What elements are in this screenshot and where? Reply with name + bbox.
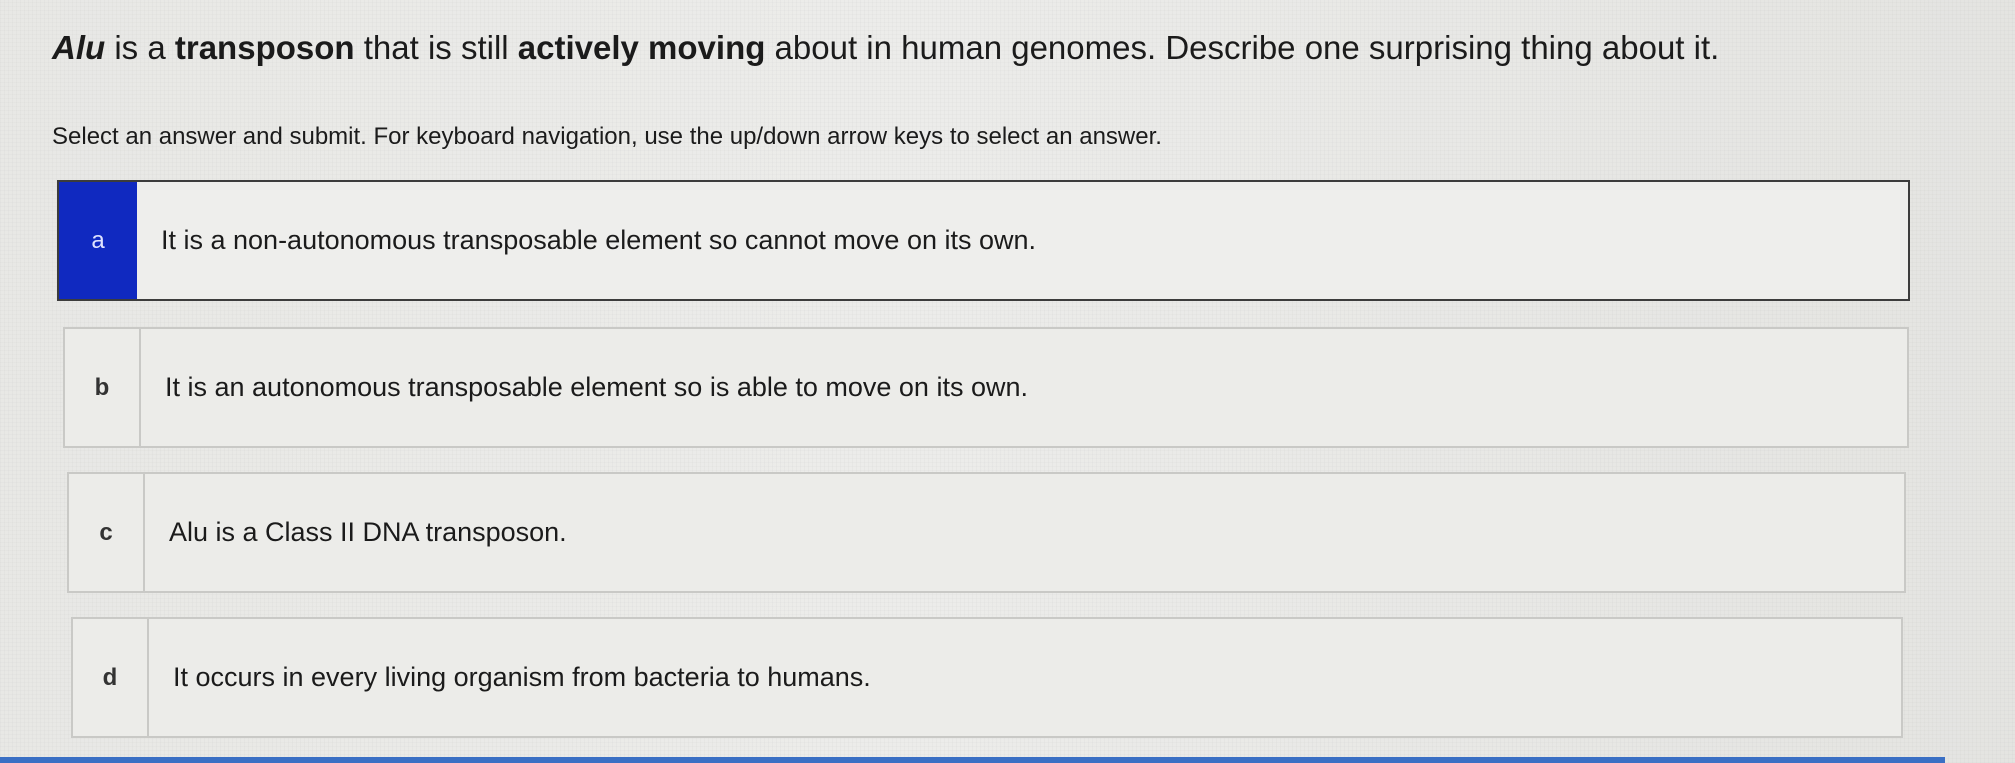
question-term: Alu (52, 29, 106, 66)
option-letter-c: c (69, 474, 145, 591)
option-letter-a: a (59, 182, 137, 299)
bottom-accent-bar (0, 757, 1945, 763)
option-text-a: It is a non-autonomous transposable elem… (161, 225, 1037, 255)
option-letter-d: d (73, 619, 149, 736)
option-text-c: Alu is a Class II DNA transposon. (169, 517, 567, 547)
answer-option-d[interactable]: d It occurs in every living organism fro… (71, 617, 1903, 738)
quiz-screen: Alu is a transposon that is still active… (0, 0, 2015, 763)
question-keyword: transposon (174, 29, 355, 66)
question-part-1: is a (105, 29, 175, 66)
answer-option-b[interactable]: b It is an autonomous transposable eleme… (63, 327, 1909, 448)
option-text-d: It occurs in every living organism from … (173, 662, 871, 692)
instructions-text: Select an answer and submit. For keyboar… (52, 123, 1162, 150)
question-text: Alu is a transposon that is still active… (52, 28, 1719, 68)
answer-option-c[interactable]: c Alu is a Class II DNA transposon. (67, 472, 1906, 593)
answer-option-a[interactable]: a It is a non-autonomous transposable el… (57, 180, 1910, 301)
question-emphasis: actively moving (517, 29, 766, 66)
question-part-3: about in human genomes. Describe one sur… (765, 29, 1720, 66)
option-letter-b: b (65, 329, 141, 446)
option-text-b: It is an autonomous transposable element… (165, 372, 1028, 402)
question-part-2: that is still (354, 29, 518, 66)
